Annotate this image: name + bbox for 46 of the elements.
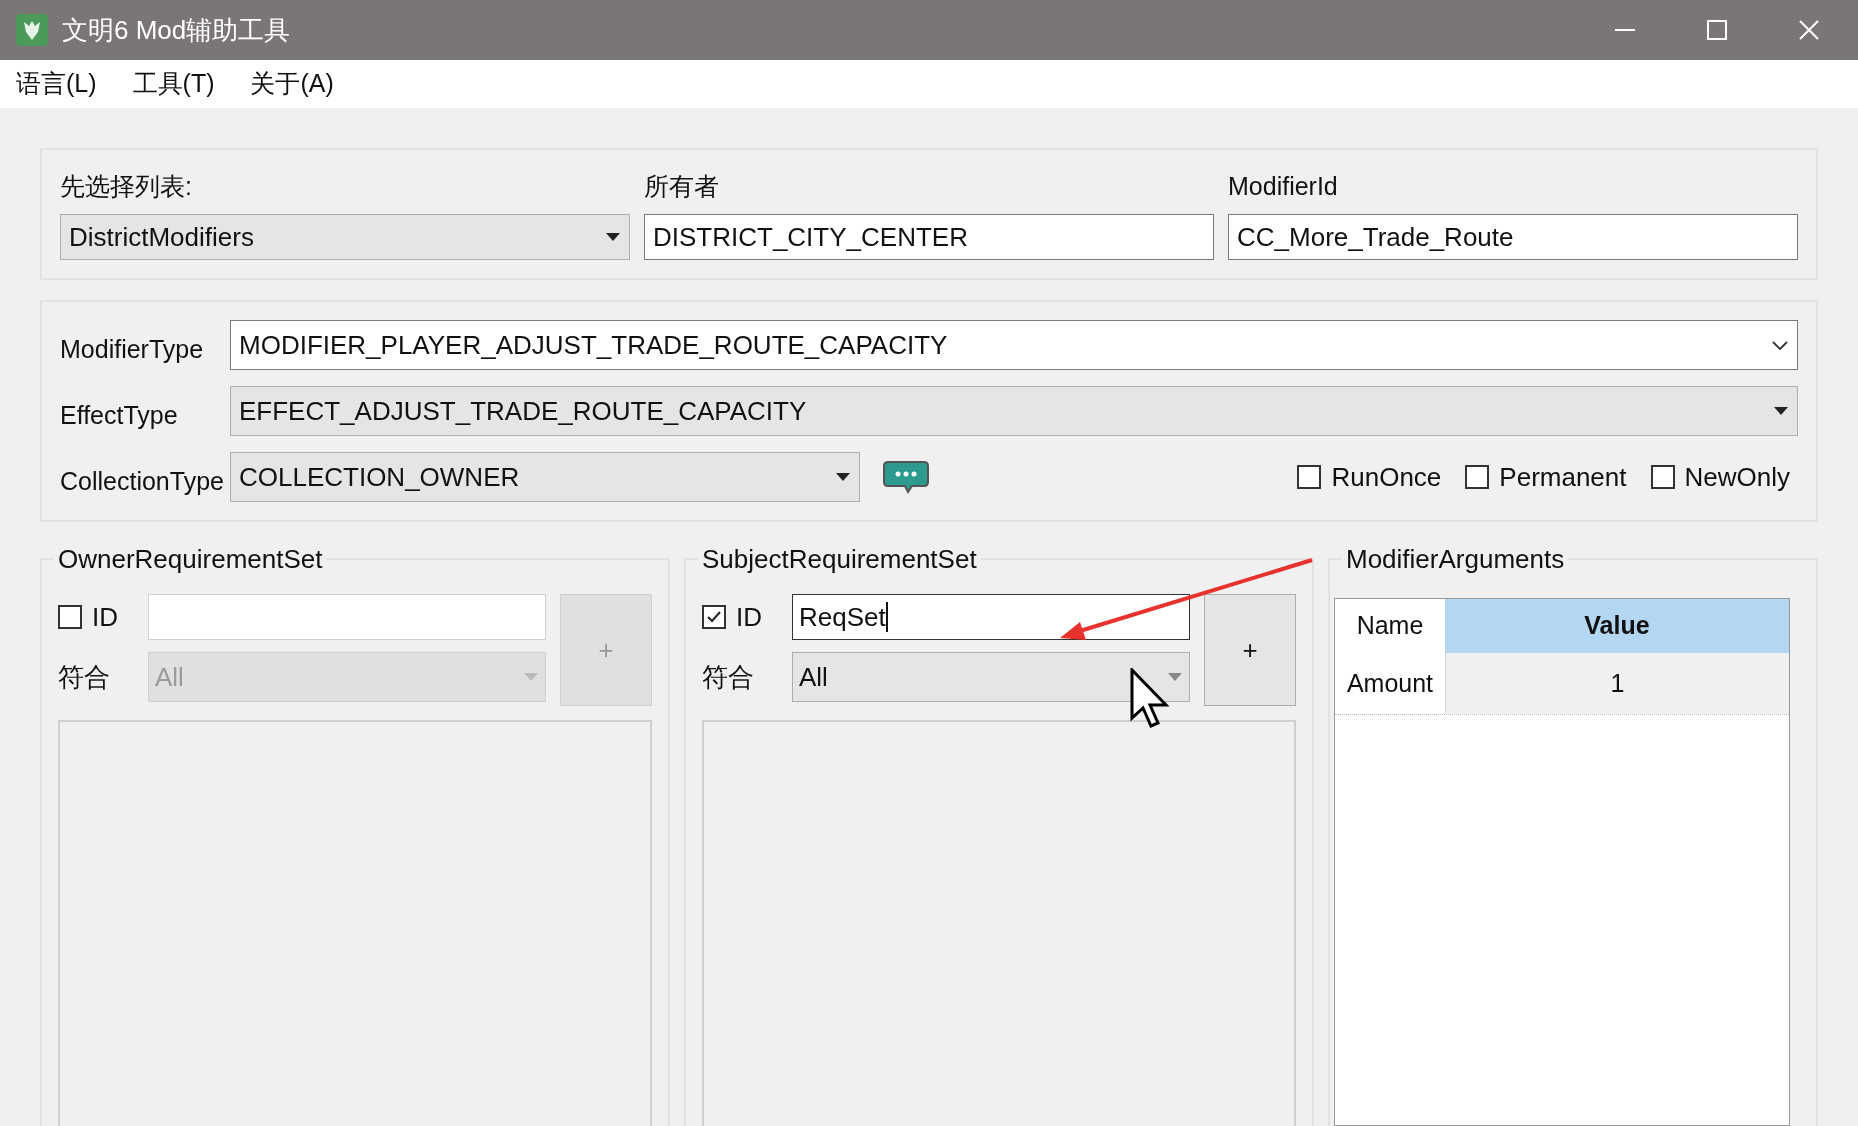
checkbox-label: ID <box>736 600 763 634</box>
menu-item[interactable]: 工具(T) <box>132 65 215 103</box>
type-dropdown[interactable]: EFFECT_ADJUST_TRADE_ROUTE_CAPACITY <box>230 386 1798 436</box>
list-dropdown[interactable]: DistrictModifiers <box>60 214 630 260</box>
checkbox[interactable] <box>58 605 82 629</box>
field-label: ModifierType <box>60 334 205 366</box>
checkbox[interactable] <box>1650 465 1675 489</box>
app-logo-icon <box>16 14 48 46</box>
mouse-cursor-icon <box>1130 668 1170 730</box>
table-cell-text: Amount <box>1345 667 1435 699</box>
maximize-icon[interactable] <box>1706 19 1728 41</box>
field-label: 符合 <box>58 660 111 694</box>
chevron-down-icon <box>1771 339 1789 351</box>
checkbox[interactable] <box>1465 465 1490 489</box>
chat-bubble-icon[interactable] <box>882 460 930 494</box>
field-label: CollectionType <box>60 466 225 498</box>
checkbox-label: Permanent <box>1499 460 1627 494</box>
caret-down-icon <box>1773 406 1789 416</box>
checkbox-label: RunOnce <box>1331 460 1442 494</box>
caret-down-icon <box>835 472 851 482</box>
field-label: EffectType <box>60 400 179 432</box>
field-label: 所有者 <box>644 171 720 200</box>
window-title: 文明6 Mod辅助工具 <box>62 13 291 47</box>
column-header[interactable]: Value <box>1445 599 1789 653</box>
field-label: 先选择列表: <box>60 171 193 200</box>
field-label: 符合 <box>702 660 755 694</box>
input-field[interactable]: DISTRICT_CITY_CENTER <box>644 214 1214 260</box>
checkbox[interactable] <box>1297 465 1322 489</box>
id-input-field[interactable]: ReqSet <box>792 594 1190 640</box>
menu-item[interactable]: 语言(L) <box>16 65 97 103</box>
caret-down-icon <box>523 672 539 682</box>
caret-down-icon <box>1167 672 1183 682</box>
caret-down-icon <box>605 232 621 242</box>
checkbox[interactable] <box>702 605 726 629</box>
match-dropdown[interactable]: All <box>792 652 1190 702</box>
add-button[interactable]: + <box>1204 594 1296 706</box>
id-input-field[interactable] <box>148 594 546 640</box>
table-cell[interactable]: 1 <box>1445 653 1789 714</box>
menu-item[interactable]: 关于(A) <box>250 65 334 103</box>
type-dropdown[interactable]: MODIFIER_PLAYER_ADJUST_TRADE_ROUTE_CAPACITY <box>230 320 1798 370</box>
input-field[interactable]: CC_More_Trade_Route <box>1228 214 1798 260</box>
field-label: ModifierId <box>1228 171 1339 200</box>
checkbox-label: NewOnly <box>1684 460 1790 494</box>
type-dropdown[interactable]: COLLECTION_OWNER <box>230 452 860 502</box>
checkbox-label: ID <box>92 600 119 634</box>
close-icon[interactable] <box>1798 19 1820 41</box>
